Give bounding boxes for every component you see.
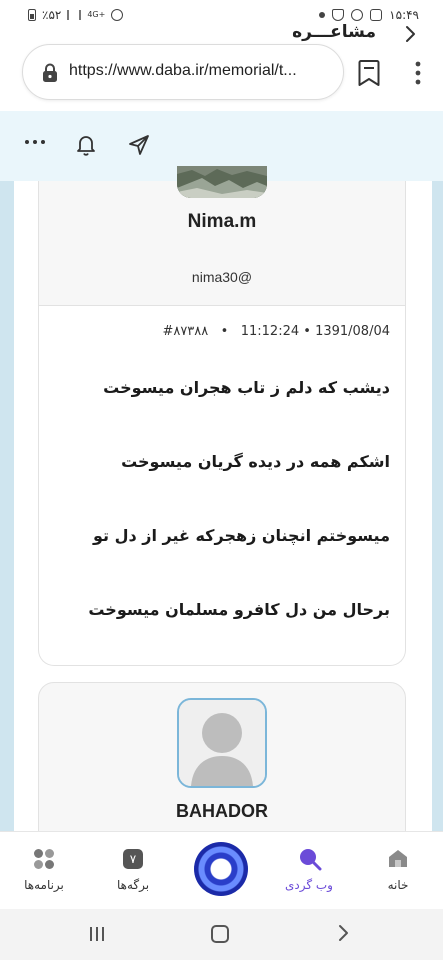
clock: ۱۵:۴۹ [389,8,419,22]
verse-line: اشکم همه در دیده گریان میسوخت [121,452,390,471]
post-date: 1391/08/04 [315,324,390,339]
verse-line: برحال من دل کافرو مسلمان میسوخت [88,600,390,619]
nav-item-home[interactable]: خانه [358,832,438,910]
verse-line: دیشب که دلم ز تاب هجران میسوخت [103,378,390,397]
more-horizontal-icon[interactable] [24,132,46,157]
nav-label: برنامه‌ها [24,878,64,892]
nav-item-tabs[interactable]: ۷ برگه‌ها [93,832,173,910]
notification-dot-icon [319,12,326,18]
lock-icon[interactable] [42,63,58,87]
back-icon[interactable] [336,922,350,949]
battery-percent: ٪۵۲ [42,8,62,22]
alarm-icon [111,9,124,21]
nav-item-apps[interactable]: برنامه‌ها [4,832,84,910]
address-bar[interactable]: https://www.daba.ir/memorial/t... [22,44,344,100]
home-icon [387,848,409,872]
system-navigation-bar [0,909,443,960]
app-notification-icon [332,9,345,21]
author-handle[interactable]: nima30@ [38,269,406,285]
nav-label: برگه‌ها [116,878,150,892]
nav-label: وب گردی [285,878,333,892]
post-time: 11:12:24 [240,324,300,339]
avatar[interactable] [177,698,267,788]
tabs-icon: ۷ [123,849,143,869]
status-bar: ٪۵۲ 4G+ ۱۵:۴۹ [0,0,443,32]
record-icon [351,9,364,21]
author-name[interactable]: BAHADOR [38,801,406,822]
apps-icon [33,848,55,874]
send-icon[interactable] [128,134,150,160]
bookmark-icon[interactable] [356,58,382,88]
chevron-right-icon[interactable] [403,22,419,50]
more-vertical-icon[interactable] [406,58,430,88]
author-name[interactable]: Nima.m [38,211,406,233]
bell-icon[interactable] [75,133,97,161]
author-card [38,181,406,306]
page-title: مشاعـــره [292,22,376,42]
verse-line: میسوختم انچنان زهجرکه غیر از دل تو [92,526,390,545]
network-type: 4G+ [87,10,106,19]
browser-logo-icon[interactable] [194,842,248,896]
nav-label: خانه [387,878,409,892]
url-text[interactable]: https://www.daba.ir/memorial/t... [69,62,337,80]
home-button-icon[interactable] [211,925,229,943]
image-icon [370,9,383,21]
nav-item-browse[interactable]: وب گردی [269,832,349,910]
search-icon [298,847,322,875]
recents-icon[interactable] [88,925,106,943]
post-meta: #۸۷۳۸۸ • 11:12:24 • 1391/08/04 [162,324,390,339]
post-id[interactable]: #۸۷۳۸۸ [162,324,208,339]
avatar[interactable] [177,166,267,198]
signal-icon [67,10,82,20]
battery-icon [28,9,36,21]
